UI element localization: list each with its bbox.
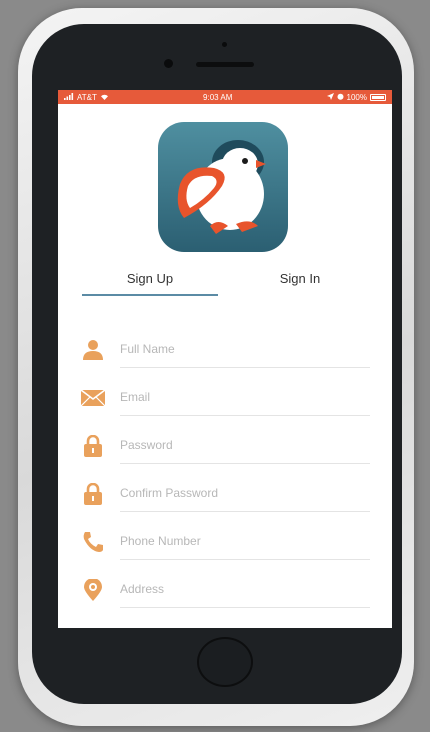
location-arrow-icon (326, 92, 334, 102)
phone-number-input[interactable] (120, 530, 370, 552)
wifi-icon (100, 93, 109, 102)
active-tab-indicator (82, 294, 218, 296)
penguin-mascot-icon (177, 140, 266, 234)
alarm-icon (337, 93, 344, 102)
address-field (80, 572, 370, 608)
earpiece-speaker (196, 62, 254, 67)
full-name-input[interactable] (120, 338, 370, 360)
signal-icon (64, 92, 74, 102)
password-input[interactable] (120, 434, 370, 456)
battery-percentage: 100% (346, 92, 367, 102)
auth-tabs: Sign Up Sign In (58, 270, 392, 300)
location-pin-icon (80, 578, 106, 602)
full-name-field (80, 332, 370, 368)
lock-icon (80, 434, 106, 458)
field-divider (120, 415, 370, 416)
status-time: 9:03 AM (203, 92, 233, 102)
confirm-password-field (80, 476, 370, 512)
password-field (80, 428, 370, 464)
status-bar: AT&T 9:03 AM 100% (58, 90, 392, 104)
app-logo (158, 122, 288, 252)
field-divider (120, 367, 370, 368)
phone-screen: AT&T 9:03 AM 100% Sign Up Sign In Full N… (58, 90, 392, 628)
battery-icon (370, 93, 386, 101)
carrier-name: AT&T (77, 92, 97, 102)
field-divider (120, 559, 370, 560)
phone-icon (80, 530, 106, 554)
tab-sign-up[interactable]: Sign Up (82, 270, 218, 294)
address-input[interactable] (120, 578, 370, 600)
field-divider (120, 463, 370, 464)
email-input[interactable] (120, 386, 370, 408)
confirm-password-input[interactable] (120, 482, 370, 504)
front-camera (164, 59, 173, 68)
person-icon (80, 338, 106, 362)
front-sensor (222, 42, 227, 47)
email-field (80, 380, 370, 416)
phone-number-field (80, 524, 370, 560)
field-divider (120, 511, 370, 512)
field-divider (120, 607, 370, 608)
lock-icon (80, 482, 106, 506)
tab-sign-in[interactable]: Sign In (232, 270, 368, 294)
envelope-icon (80, 386, 106, 410)
home-button[interactable] (197, 637, 253, 687)
